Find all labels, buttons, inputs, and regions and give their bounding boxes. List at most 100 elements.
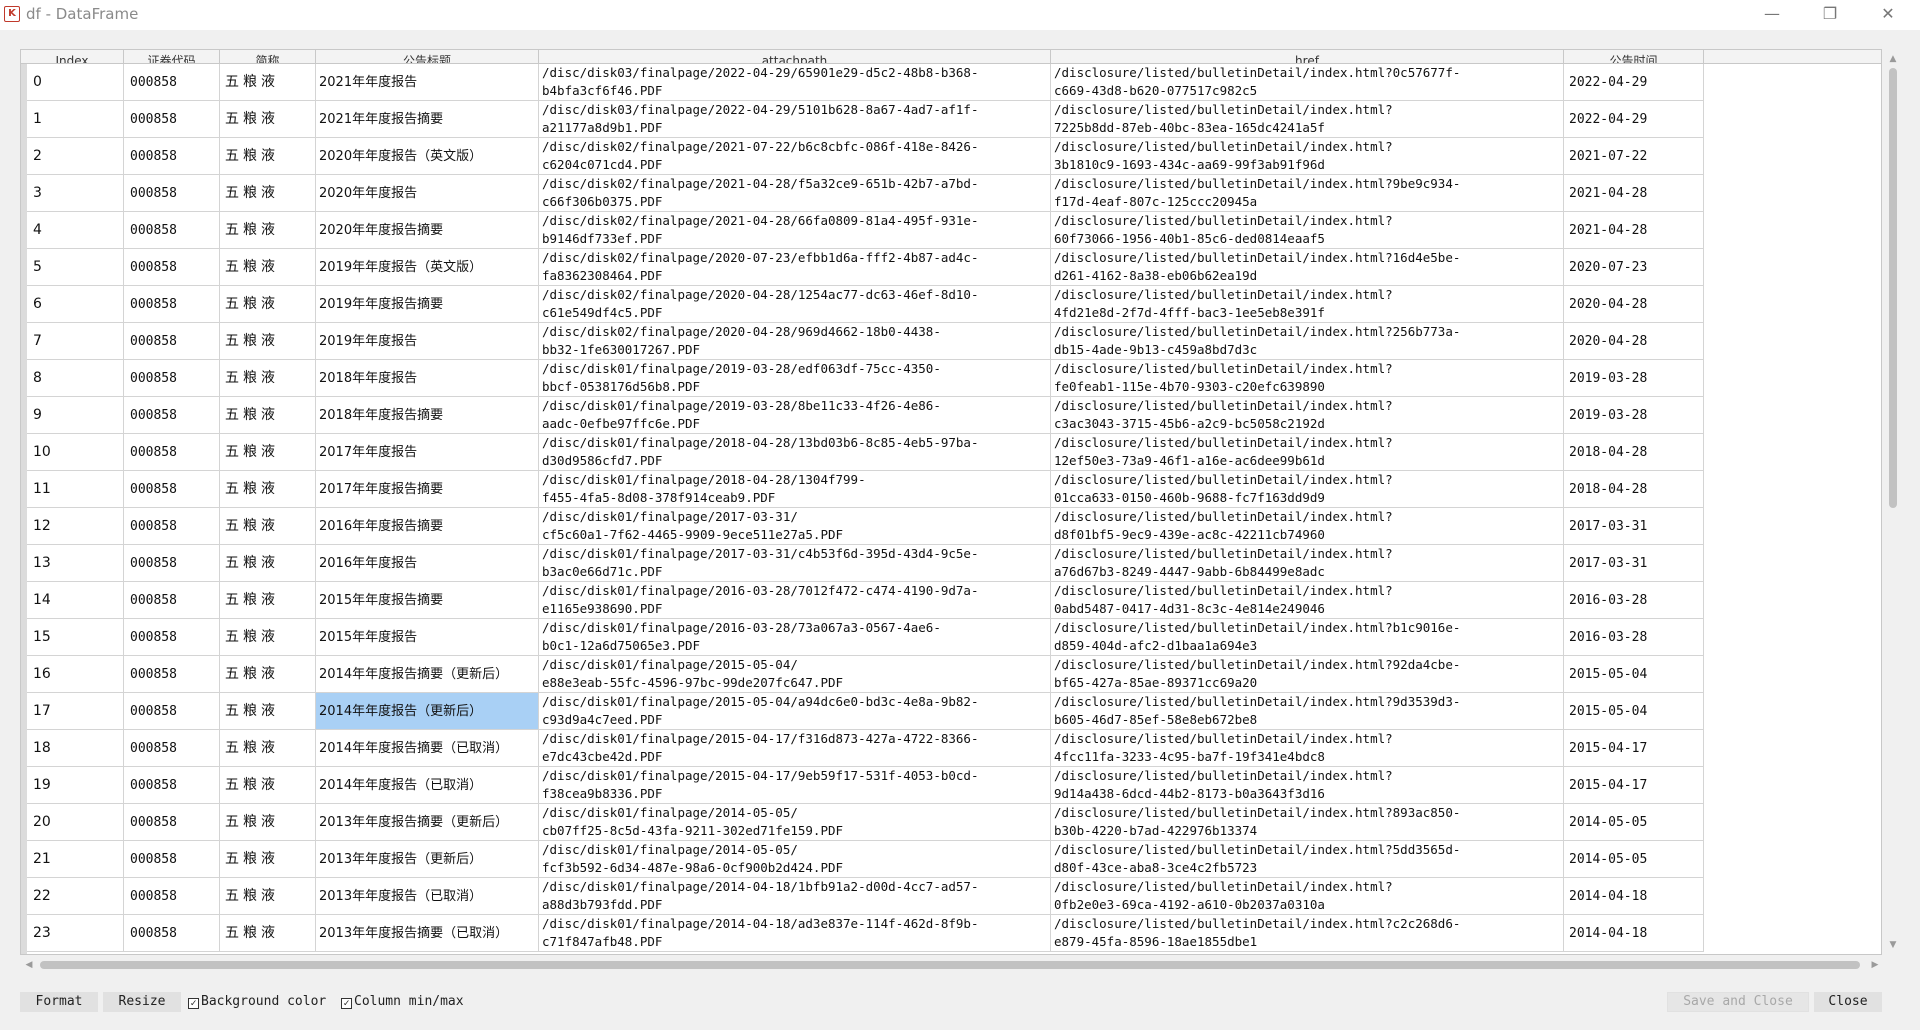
cell-attachpath[interactable]: /disc/disk03/finalpage/2022-04-29/65901e… <box>539 64 1051 101</box>
cell-name[interactable]: 五粮液 <box>220 434 316 471</box>
table-row[interactable]: 7 000858 五粮液 2019年年度报告/disc/disk02/finalpag… <box>27 323 1727 360</box>
table-row[interactable]: 2 000858 五粮液 2020年年度报告（英文版）/disc/disk02/fin… <box>27 138 1727 175</box>
table-row[interactable]: 4 000858 五粮液 2020年年度报告摘要/disc/disk02/finalp… <box>27 212 1727 249</box>
cell-date[interactable]: 2014-05-05 <box>1564 841 1704 878</box>
cell-title[interactable]: 2014年年度报告摘要（更新后） <box>316 656 539 693</box>
cell-attachpath[interactable]: /disc/disk01/finalpage/2016-03-28/73a067… <box>539 619 1051 656</box>
table-row[interactable]: 17 000858 五粮液 2014年年度报告（更新后）/disc/disk01/fi… <box>27 693 1727 730</box>
cell-name[interactable]: 五粮液 <box>220 249 316 286</box>
cell-code[interactable]: 000858 <box>124 360 220 397</box>
cell-attachpath[interactable]: /disc/disk01/finalpage/2018-04-28/1304f7… <box>539 471 1051 508</box>
table-row[interactable]: 0 000858 五粮液 2021年年度报告/disc/disk03/finalpag… <box>27 64 1727 101</box>
cell-title[interactable]: 2020年年度报告摘要 <box>316 212 539 249</box>
scroll-left-icon[interactable]: ◀ <box>22 958 36 972</box>
scroll-right-icon[interactable]: ▶ <box>1868 958 1882 972</box>
table-row[interactable]: 8 000858 五粮液 2018年年度报告/disc/disk01/finalpag… <box>27 360 1727 397</box>
cell-index[interactable]: 7 <box>27 323 124 360</box>
cell-index[interactable]: 0 <box>27 64 124 101</box>
cell-date[interactable]: 2021-04-28 <box>1564 175 1704 212</box>
resize-button[interactable]: Resize <box>103 992 181 1012</box>
cell-date[interactable]: 2020-04-28 <box>1564 286 1704 323</box>
scroll-up-icon[interactable]: ▲ <box>1886 52 1900 66</box>
cell-attachpath[interactable]: /disc/disk02/finalpage/2021-04-28/66fa08… <box>539 212 1051 249</box>
cell-date[interactable]: 2017-03-31 <box>1564 545 1704 582</box>
cell-title[interactable]: 2018年年度报告摘要 <box>316 397 539 434</box>
cell-date[interactable]: 2019-03-28 <box>1564 397 1704 434</box>
cell-date[interactable]: 2016-03-28 <box>1564 582 1704 619</box>
cell-title[interactable]: 2013年年度报告摘要（更新后） <box>316 804 539 841</box>
cell-index[interactable]: 10 <box>27 434 124 471</box>
cell-attachpath[interactable]: /disc/disk02/finalpage/2020-07-23/efbb1d… <box>539 249 1051 286</box>
cell-attachpath[interactable]: /disc/disk02/finalpage/2021-04-28/f5a32c… <box>539 175 1051 212</box>
cell-href[interactable]: /disclosure/listed/bulletinDetail/index.… <box>1051 878 1564 915</box>
cell-name[interactable]: 五粮液 <box>220 360 316 397</box>
cell-attachpath[interactable]: /disc/disk01/finalpage/2019-03-28/8be11c… <box>539 397 1051 434</box>
scroll-down-icon[interactable]: ▼ <box>1886 938 1900 952</box>
cell-href[interactable]: /disclosure/listed/bulletinDetail/index.… <box>1051 360 1564 397</box>
cell-title[interactable]: 2019年年度报告（英文版） <box>316 249 539 286</box>
cell-name[interactable]: 五粮液 <box>220 508 316 545</box>
table-row[interactable]: 11 000858 五粮液 2017年年度报告摘要/disc/disk01/final… <box>27 471 1727 508</box>
cell-date[interactable]: 2022-04-29 <box>1564 64 1704 101</box>
cell-attachpath[interactable]: /disc/disk01/finalpage/2014-05-05/ fcf3b… <box>539 841 1051 878</box>
cell-href[interactable]: /disclosure/listed/bulletinDetail/index.… <box>1051 730 1564 767</box>
cell-code[interactable]: 000858 <box>124 582 220 619</box>
cell-code[interactable]: 000858 <box>124 878 220 915</box>
cell-title[interactable]: 2013年年度报告（已取消） <box>316 878 539 915</box>
cell-title[interactable]: 2019年年度报告摘要 <box>316 286 539 323</box>
cell-title[interactable]: 2015年年度报告 <box>316 619 539 656</box>
cell-title[interactable]: 2014年年度报告（已取消） <box>316 767 539 804</box>
cell-name[interactable]: 五粮液 <box>220 582 316 619</box>
cell-index[interactable]: 22 <box>27 878 124 915</box>
cell-code[interactable]: 000858 <box>124 915 220 952</box>
cell-title[interactable]: 2013年年度报告（更新后） <box>316 841 539 878</box>
cell-index[interactable]: 8 <box>27 360 124 397</box>
cell-code[interactable]: 000858 <box>124 804 220 841</box>
cell-index[interactable]: 23 <box>27 915 124 952</box>
cell-title[interactable]: 2015年年度报告摘要 <box>316 582 539 619</box>
cell-index[interactable]: 20 <box>27 804 124 841</box>
cell-index[interactable]: 9 <box>27 397 124 434</box>
cell-href[interactable]: /disclosure/listed/bulletinDetail/index.… <box>1051 767 1564 804</box>
header-attachpath[interactable]: attachpath <box>539 50 1051 63</box>
cell-href[interactable]: /disclosure/listed/bulletinDetail/index.… <box>1051 508 1564 545</box>
cell-index[interactable]: 3 <box>27 175 124 212</box>
table-row[interactable]: 22 000858 五粮液 2013年年度报告（已取消）/disc/disk01/fi… <box>27 878 1727 915</box>
table-row[interactable]: 20 000858 五粮液 2013年年度报告摘要（更新后）/disc/disk01/… <box>27 804 1727 841</box>
cell-name[interactable]: 五粮液 <box>220 101 316 138</box>
cell-name[interactable]: 五粮液 <box>220 878 316 915</box>
header-title[interactable]: 公告标题 <box>316 50 539 63</box>
cell-date[interactable]: 2016-03-28 <box>1564 619 1704 656</box>
cell-code[interactable]: 000858 <box>124 730 220 767</box>
cell-index[interactable]: 1 <box>27 101 124 138</box>
table-row[interactable]: 19 000858 五粮液 2014年年度报告（已取消）/disc/disk01/fi… <box>27 767 1727 804</box>
cell-name[interactable]: 五粮液 <box>220 693 316 730</box>
cell-href[interactable]: /disclosure/listed/bulletinDetail/index.… <box>1051 175 1564 212</box>
cell-name[interactable]: 五粮液 <box>220 64 316 101</box>
cell-code[interactable]: 000858 <box>124 508 220 545</box>
vertical-scroll-thumb[interactable] <box>1889 68 1897 508</box>
cell-code[interactable]: 000858 <box>124 212 220 249</box>
cell-date[interactable]: 2018-04-28 <box>1564 471 1704 508</box>
vertical-scrollbar[interactable]: ▲ ▼ <box>1886 52 1900 952</box>
cell-code[interactable]: 000858 <box>124 656 220 693</box>
cell-index[interactable]: 2 <box>27 138 124 175</box>
cell-href[interactable]: /disclosure/listed/bulletinDetail/index.… <box>1051 323 1564 360</box>
table-row[interactable]: 3 000858 五粮液 2020年年度报告/disc/disk02/finalpag… <box>27 175 1727 212</box>
close-button[interactable]: Close <box>1814 992 1882 1012</box>
cell-href[interactable]: /disclosure/listed/bulletinDetail/index.… <box>1051 841 1564 878</box>
cell-date[interactable]: 2017-03-31 <box>1564 508 1704 545</box>
cell-name[interactable]: 五粮液 <box>220 545 316 582</box>
cell-index[interactable]: 15 <box>27 619 124 656</box>
cell-date[interactable]: 2022-04-29 <box>1564 101 1704 138</box>
checkbox-icon[interactable]: ✓ <box>188 998 199 1009</box>
cell-index[interactable]: 13 <box>27 545 124 582</box>
cell-date[interactable]: 2014-04-18 <box>1564 878 1704 915</box>
table-row[interactable]: 1 000858 五粮液 2021年年度报告摘要/disc/disk03/finalp… <box>27 101 1727 138</box>
cell-code[interactable]: 000858 <box>124 471 220 508</box>
cell-title[interactable]: 2018年年度报告 <box>316 360 539 397</box>
cell-name[interactable]: 五粮液 <box>220 804 316 841</box>
cell-index[interactable]: 18 <box>27 730 124 767</box>
table-row[interactable]: 15 000858 五粮液 2015年年度报告/disc/disk01/finalpa… <box>27 619 1727 656</box>
cell-index[interactable]: 16 <box>27 656 124 693</box>
